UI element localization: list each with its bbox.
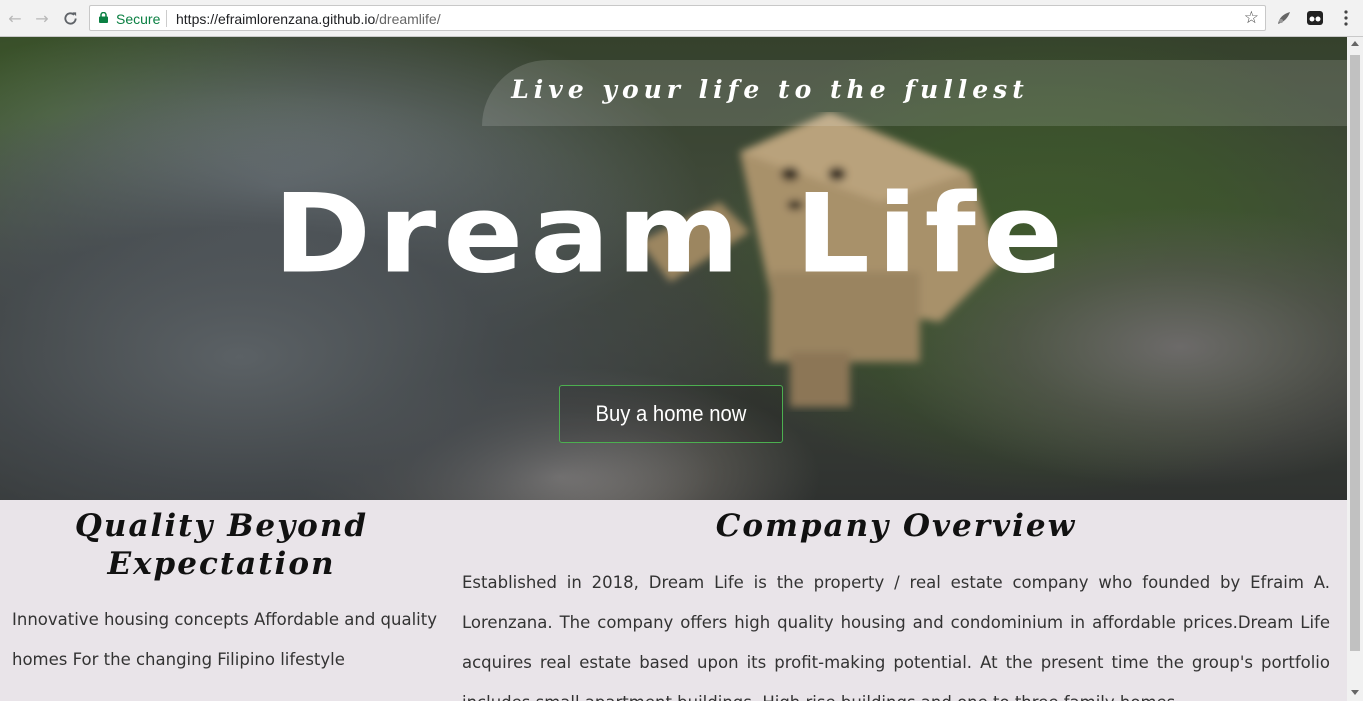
menu-dots-icon[interactable] — [1337, 9, 1355, 27]
back-arrow-icon[interactable]: ← — [4, 7, 26, 29]
page-scrollbar[interactable] — [1347, 37, 1363, 701]
quality-section: Quality Beyond Expectation Innovative ho… — [0, 507, 450, 680]
hero-tagline: Live your life to the fullest — [511, 75, 1029, 104]
reload-icon[interactable] — [59, 7, 81, 29]
buy-home-button-label: Buy a home now — [595, 401, 747, 426]
incognito-extension-icon[interactable] — [1306, 9, 1324, 27]
quality-text: Innovative housing concepts Affordable a… — [12, 610, 437, 669]
lock-icon — [99, 12, 108, 23]
secure-label[interactable]: Secure — [116, 11, 160, 27]
url-base: https://efraimlorenzana.github.io — [176, 11, 376, 27]
url-separator — [166, 10, 167, 27]
browser-toolbar: ← → Secure https://efraimlorenzana.githu… — [0, 0, 1363, 37]
address-bar[interactable]: Secure https://efraimlorenzana.github.io… — [89, 5, 1266, 31]
extension-icon[interactable] — [1275, 9, 1293, 27]
quality-heading: Quality Beyond Expectation — [74, 508, 369, 582]
scroll-up-arrow-icon[interactable] — [1351, 41, 1359, 46]
overview-section: Company Overview Established in 2018, Dr… — [462, 507, 1330, 701]
forward-arrow-icon[interactable]: → — [31, 7, 53, 29]
url-text[interactable]: https://efraimlorenzana.github.io/dreaml… — [176, 11, 441, 27]
scrollbar-thumb[interactable] — [1350, 55, 1360, 651]
overview-heading: Company Overview — [715, 508, 1077, 544]
overview-text: Established in 2018, Dream Life is the p… — [462, 573, 1330, 701]
buy-home-button[interactable]: Buy a home now — [559, 385, 783, 443]
hero-section: Live your life to the fullest Dream Life… — [0, 37, 1347, 500]
page-viewport: Live your life to the fullest Dream Life… — [0, 37, 1347, 701]
scroll-down-arrow-icon[interactable] — [1351, 690, 1359, 695]
bookmark-star-icon[interactable]: ☆ — [1244, 8, 1259, 28]
hero-title: Dream Life — [273, 170, 1070, 298]
url-path: /dreamlife/ — [375, 11, 441, 27]
